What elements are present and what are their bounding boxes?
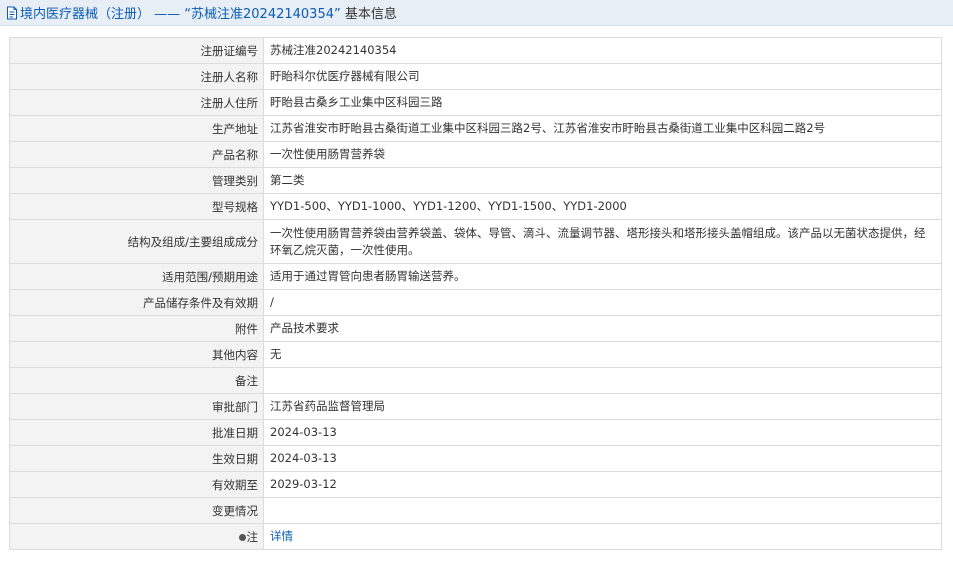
title-suffix: 基本信息: [340, 7, 397, 22]
table-row: 结构及组成/主要组成成分 一次性使用肠胃营养袋由营养袋盖、袋体、导管、滴斗、流量调…: [9, 219, 942, 264]
table-row: 型号规格 YYD1-500、YYD1-1000、YYD1-1200、YYD1-15…: [9, 193, 942, 220]
row-value: 2024-03-13: [263, 445, 942, 472]
note-row: 注详情: [9, 523, 942, 550]
table-row: 注册人名称 盱眙科尔优医疗器械有限公司: [9, 63, 942, 90]
row-value: 2029-03-12: [263, 471, 942, 498]
row-value: [263, 497, 942, 524]
row-value: 无: [263, 341, 942, 368]
row-value: 第二类: [263, 167, 942, 194]
row-label: 其他内容: [9, 341, 264, 368]
row-label: 适用范围/预期用途: [9, 263, 264, 290]
table-row: 附件 产品技术要求: [9, 315, 942, 342]
page-title-bar: 境内医疗器械（注册） —— “苏械注准20242140354” 基本信息: [0, 0, 953, 26]
row-value: [263, 367, 942, 394]
page-title: 境内医疗器械（注册） —— “苏械注准20242140354” 基本信息: [20, 3, 397, 22]
table-row: 生产地址 江苏省淮安市盱眙县古桑街道工业集中区科园三路2号、江苏省淮安市盱眙县古桑…: [9, 115, 942, 142]
row-label: 生产地址: [9, 115, 264, 142]
detail-table: 注册证编号 苏械注准20242140354 注册人名称 盱眙科尔优医疗器械有限公司 注册…: [9, 37, 942, 550]
row-label: 有效期至: [9, 471, 264, 498]
table-row: 产品储存条件及有效期 /: [9, 289, 942, 316]
table-row: 注册人住所 盱眙县古桑乡工业集中区科园三路: [9, 89, 942, 116]
row-label: 管理类别: [9, 167, 264, 194]
row-label: 产品名称: [9, 141, 264, 168]
row-label: 备注: [9, 367, 264, 394]
row-label: 审批部门: [9, 393, 264, 420]
title-category: 境内医疗器械（注册）: [20, 7, 151, 22]
table-row: 管理类别 第二类: [9, 167, 942, 194]
row-value: 江苏省淮安市盱眙县古桑街道工业集中区科园三路2号、江苏省淮安市盱眙县古桑街道工业…: [263, 115, 942, 142]
row-label: 注册人住所: [9, 89, 264, 116]
row-label: 附件: [9, 315, 264, 342]
row-label: 注册人名称: [9, 63, 264, 90]
row-value: 一次性使用肠胃营养袋: [263, 141, 942, 168]
row-label: 批准日期: [9, 419, 264, 446]
details-link[interactable]: 详情: [270, 529, 293, 543]
row-label: 产品储存条件及有效期: [9, 289, 264, 316]
row-value: 产品技术要求: [263, 315, 942, 342]
table-row: 适用范围/预期用途 适用于通过胃管向患者肠胃输送营养。: [9, 263, 942, 290]
row-value: /: [263, 289, 942, 316]
row-value: 盱眙县古桑乡工业集中区科园三路: [263, 89, 942, 116]
note-label: 注: [246, 529, 259, 544]
table-row: 产品名称 一次性使用肠胃营养袋: [9, 141, 942, 168]
row-value: 2024-03-13: [263, 419, 942, 446]
table-row: 批准日期 2024-03-13: [9, 419, 942, 446]
document-icon: [6, 6, 18, 20]
bullet-icon: [238, 533, 246, 541]
table-row: 注册证编号 苏械注准20242140354: [9, 37, 942, 64]
table-row: 审批部门 江苏省药品监督管理局: [9, 393, 942, 420]
row-value: YYD1-500、YYD1-1000、YYD1-1200、YYD1-1500、Y…: [263, 193, 942, 220]
table-row: 备注: [9, 367, 942, 394]
table-row: 有效期至 2029-03-12: [9, 471, 942, 498]
title-record-name: “苏械注准20242140354”: [184, 7, 341, 22]
row-label: 注册证编号: [9, 37, 264, 64]
row-value: 江苏省药品监督管理局: [263, 393, 942, 420]
row-value: 盱眙科尔优医疗器械有限公司: [263, 63, 942, 90]
row-label: 结构及组成/主要组成成分: [9, 219, 264, 264]
row-label: 型号规格: [9, 193, 264, 220]
table-row: 变更情况: [9, 497, 942, 524]
row-value: 苏械注准20242140354: [263, 37, 942, 64]
table-row: 其他内容无: [9, 341, 942, 368]
note-label-cell: 注: [9, 523, 264, 550]
table-row: 生效日期 2024-03-13: [9, 445, 942, 472]
row-value: 适用于通过胃管向患者肠胃输送营养。: [263, 263, 942, 290]
note-value-cell: 详情: [263, 523, 942, 550]
title-separator: ——: [150, 7, 185, 22]
row-value: 一次性使用肠胃营养袋由营养袋盖、袋体、导管、滴斗、流量调节器、塔形接头和塔形接头…: [263, 219, 942, 264]
row-label: 变更情况: [9, 497, 264, 524]
row-label: 生效日期: [9, 445, 264, 472]
